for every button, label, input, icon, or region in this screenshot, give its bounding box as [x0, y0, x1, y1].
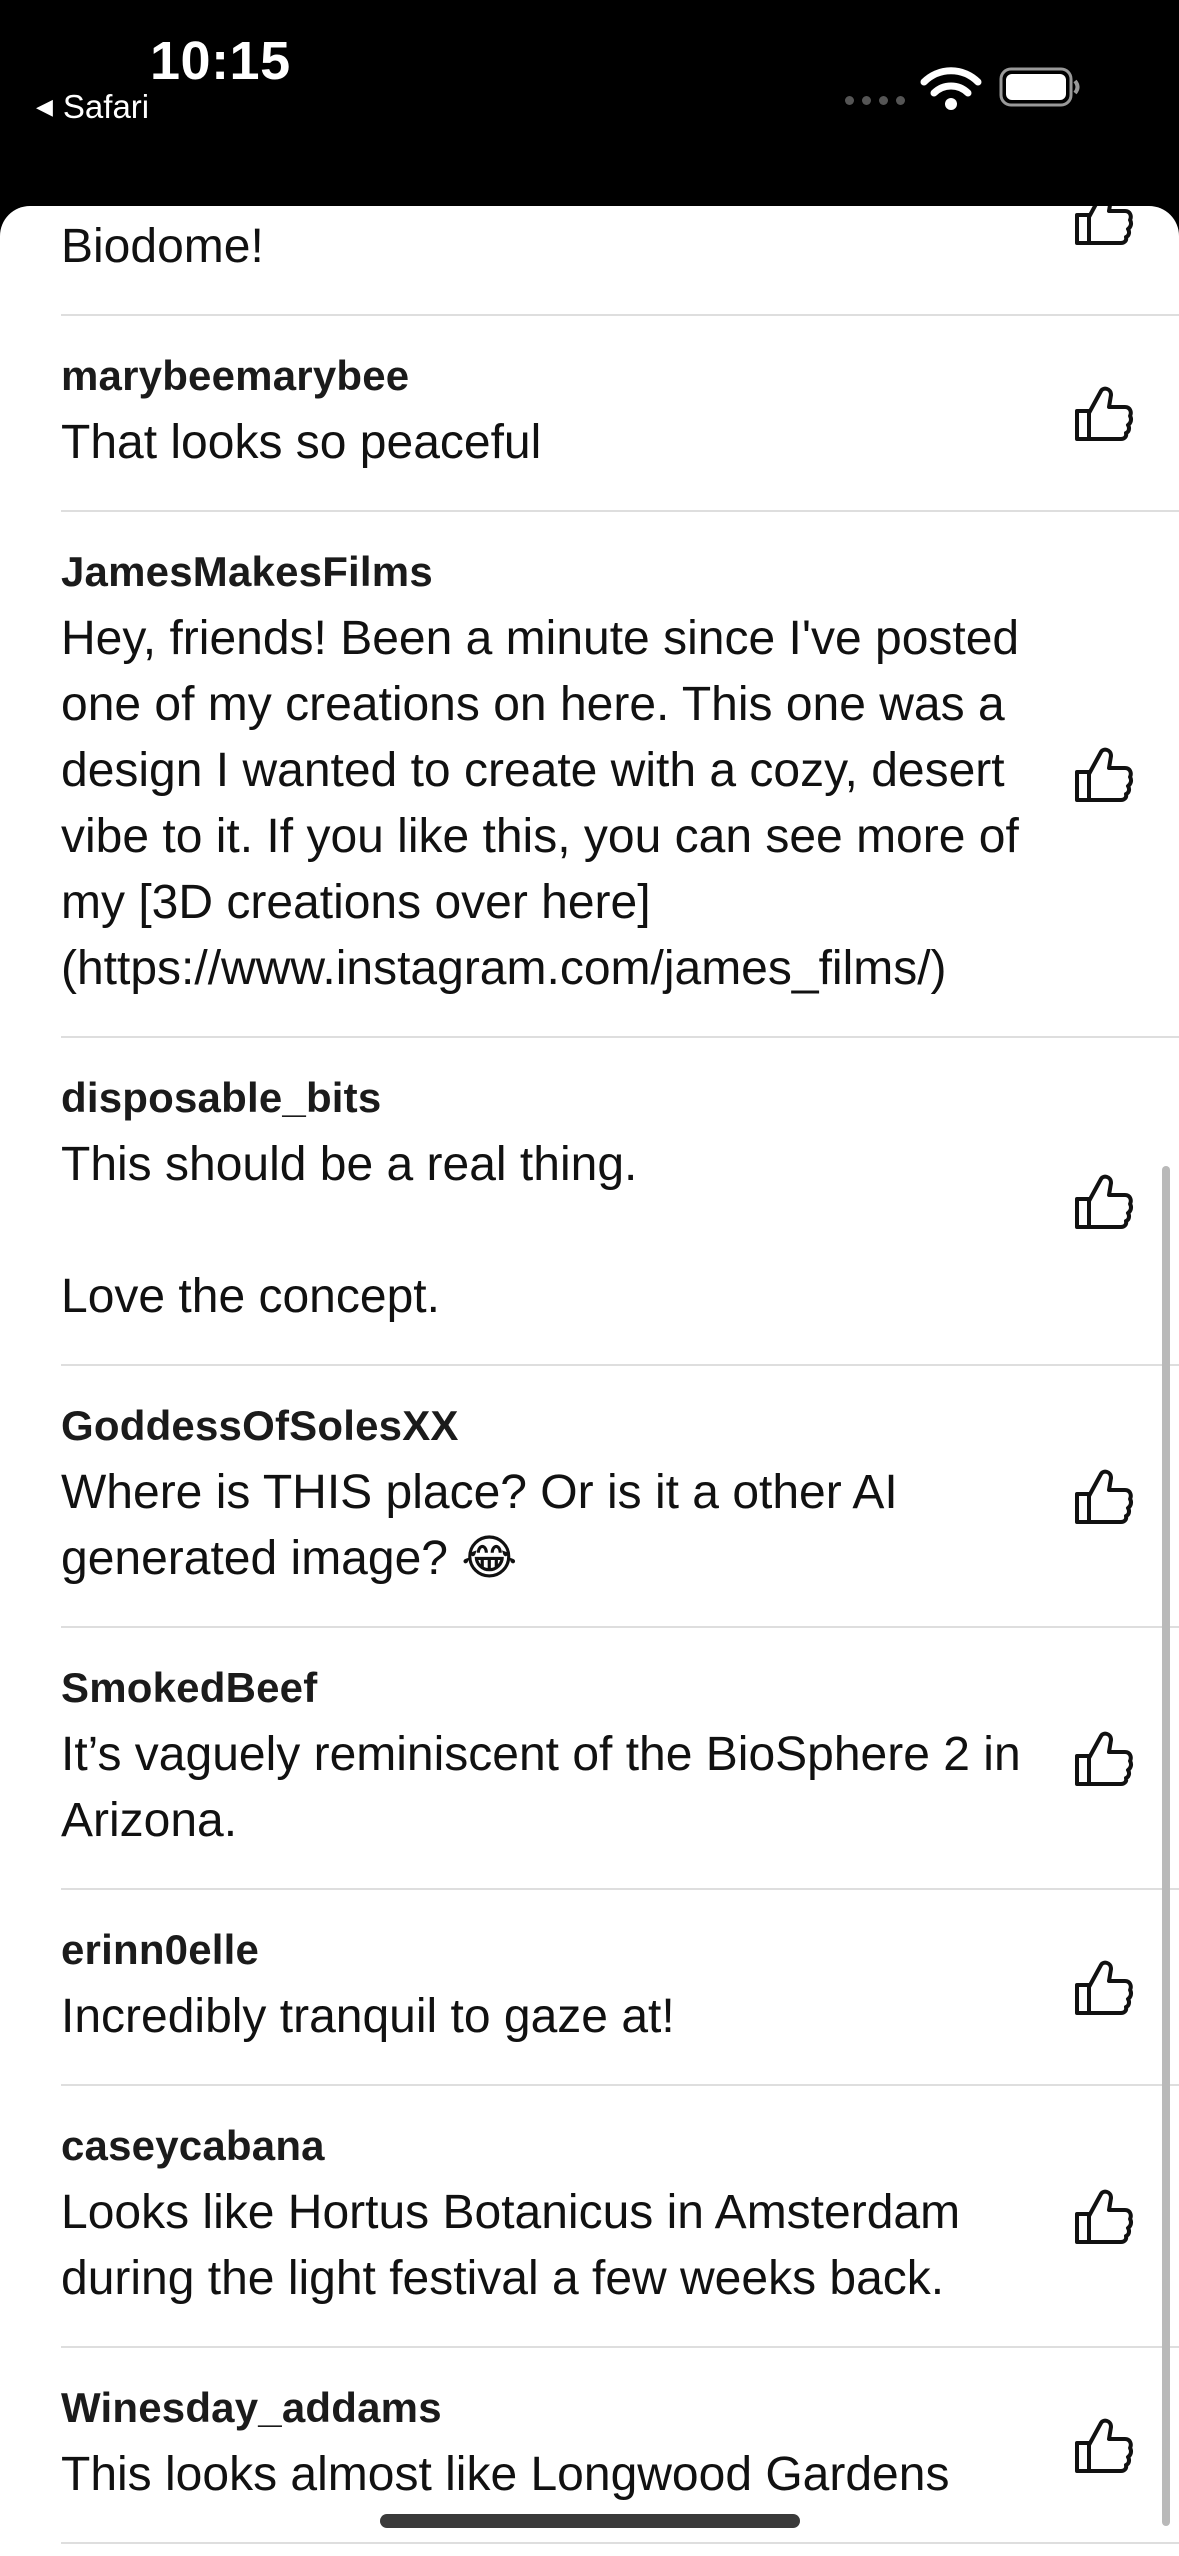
- comment-item: Biodome!: [61, 206, 1179, 316]
- thumbs-up-icon: [1071, 2184, 1135, 2248]
- comment-item: caseycabana Looks like Hortus Botanicus i…: [61, 2086, 1179, 2348]
- status-bar: 10:15 ◀ Safari: [0, 0, 1179, 206]
- thumbs-up-icon: [1071, 1169, 1135, 1233]
- comment-text: Where is THIS place? Or is it a other AI…: [61, 1466, 912, 1585]
- thumbs-up-icon: [1071, 1955, 1135, 2019]
- comments-sheet[interactable]: Biodome! marybeemarybee That looks so peac…: [0, 206, 1179, 2556]
- like-button[interactable]: [1071, 1169, 1135, 1233]
- triangle-left-icon: ◀: [36, 94, 53, 119]
- comment-text: Hey, friends! Been a minute since I've p…: [61, 612, 1033, 995]
- comment-username[interactable]: SmokedBeef: [61, 1662, 1179, 1714]
- back-label: Safari: [62, 88, 150, 125]
- like-button[interactable]: [1071, 2184, 1135, 2248]
- comment-item: JamesMakesFilms Hey, friends! Been a minu…: [61, 512, 1179, 1038]
- like-button[interactable]: [1071, 742, 1135, 806]
- comment-username[interactable]: Winesday_addams: [61, 2382, 1179, 2434]
- like-button[interactable]: [1071, 1464, 1135, 1528]
- comment-username[interactable]: caseycabana: [61, 2120, 1179, 2172]
- comment-username[interactable]: disposable_bits: [61, 1072, 1179, 1124]
- comment-username[interactable]: marybeemarybee: [61, 350, 1179, 402]
- thumbs-up-icon: [1071, 381, 1135, 445]
- thumbs-up-icon: [1071, 1464, 1135, 1528]
- comment-item: SmokedBeef It’s vaguely reminiscent of th…: [61, 1628, 1179, 1890]
- comment-text: This should be a real thing. Love the co…: [61, 1138, 638, 1323]
- comment-text: This looks almost like Longwood Gardens: [61, 2448, 950, 2501]
- comment-username[interactable]: erinn0elle: [61, 1924, 1179, 1976]
- comment-username[interactable]: GoddessOfSolesXX: [61, 1400, 1179, 1452]
- comment-text: It’s vaguely reminiscent of the BioSpher…: [61, 1728, 1032, 1847]
- comment-text: Incredibly tranquil to gaze at!: [61, 1990, 675, 2043]
- like-button[interactable]: [1071, 1955, 1135, 2019]
- like-button[interactable]: [1071, 2413, 1135, 2477]
- like-button[interactable]: [1071, 1726, 1135, 1790]
- comment-text: That looks so peaceful: [61, 416, 542, 469]
- thumbs-up-icon: [1071, 1726, 1135, 1790]
- battery-icon: [999, 67, 1080, 107]
- comment-item: erinn0elle Incredibly tranquil to gaze at…: [61, 1890, 1179, 2086]
- comment-item: marybeemarybee That looks so peaceful: [61, 316, 1179, 512]
- thumbs-up-icon: [1071, 206, 1135, 249]
- like-button[interactable]: [1071, 206, 1135, 249]
- comment-list: Biodome! marybeemarybee That looks so peac…: [0, 206, 1179, 2544]
- comment-username[interactable]: JamesMakesFilms: [61, 546, 1179, 598]
- thumbs-up-icon: [1071, 2413, 1135, 2477]
- comment-text: Biodome!: [61, 220, 264, 273]
- thumbs-up-icon: [1071, 742, 1135, 806]
- wifi-icon: [920, 67, 982, 110]
- comment-text: Looks like Hortus Botanicus in Amsterdam…: [61, 2186, 974, 2305]
- back-to-safari-link[interactable]: ◀ Safari: [36, 88, 149, 126]
- home-indicator[interactable]: [380, 2514, 800, 2528]
- comment-item: disposable_bits This should be a real thi…: [61, 1038, 1179, 1366]
- like-button[interactable]: [1071, 381, 1135, 445]
- clock: 10:15: [150, 31, 291, 91]
- cellular-dots-icon: [845, 96, 905, 105]
- scrollbar[interactable]: [1162, 1166, 1170, 2526]
- comment-item: GoddessOfSolesXX Where is THIS place? Or …: [61, 1366, 1179, 1628]
